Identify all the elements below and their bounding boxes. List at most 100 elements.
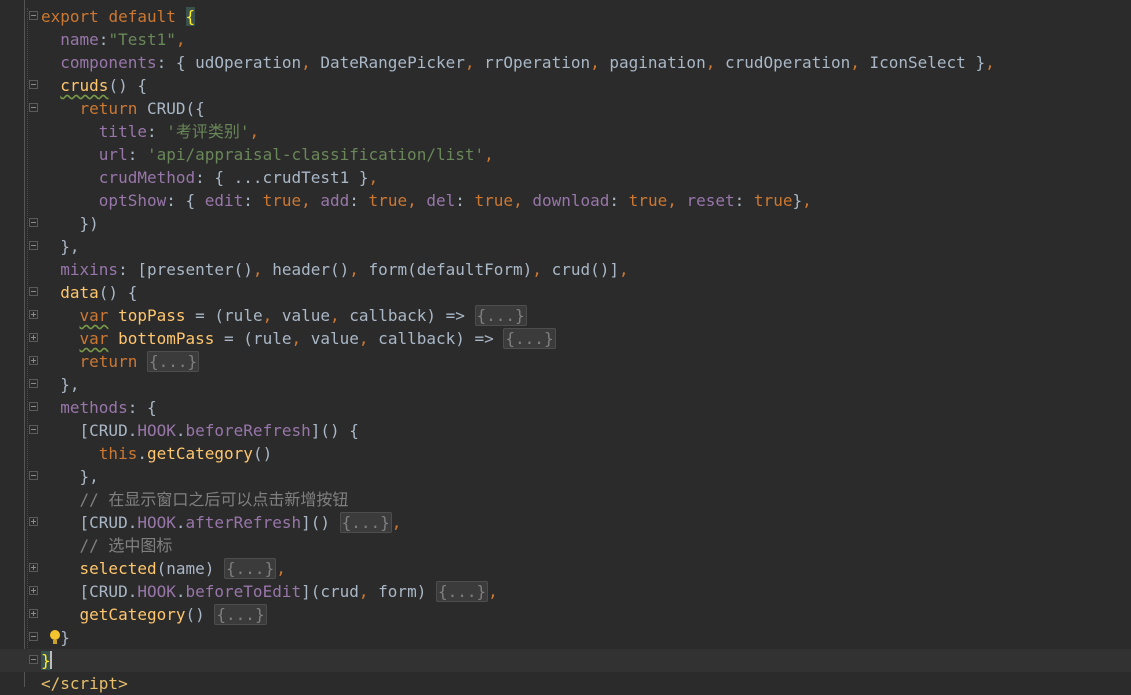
code-text[interactable]: // 在显示窗口之后可以点击新增按钮 [41, 488, 349, 511]
code-line[interactable]: [CRUD.HOOK.afterRefresh]() {...}, [0, 511, 1131, 534]
code-line[interactable]: methods: { [0, 396, 1131, 419]
code-line[interactable]: } [0, 649, 1131, 672]
fold-collapse-icon[interactable] [29, 471, 38, 480]
code-text[interactable]: [CRUD.HOOK.afterRefresh]() {...}, [41, 511, 401, 534]
code-token: }, [41, 237, 80, 256]
code-line[interactable]: return {...} [0, 350, 1131, 373]
code-token: : { ...crudTest1 } [195, 168, 369, 187]
code-text[interactable]: export default { [41, 5, 196, 28]
code-text[interactable]: selected(name) {...}, [41, 557, 286, 580]
code-text[interactable]: crudMethod: { ...crudTest1 }, [41, 166, 378, 189]
code-text[interactable]: methods: { [41, 396, 156, 419]
code-text[interactable]: var topPass = (rule, value, callback) =>… [41, 304, 527, 327]
code-line[interactable]: cruds() { [0, 74, 1131, 97]
code-text[interactable]: getCategory() {...} [41, 603, 267, 626]
fold-collapse-icon[interactable] [29, 80, 38, 89]
code-token: () { [108, 76, 147, 95]
code-text[interactable]: mixins: [presenter(), header(), form(def… [41, 258, 628, 281]
code-token: this [98, 444, 138, 463]
fold-expand-icon[interactable] [29, 563, 38, 572]
code-text[interactable]: name:"Test1", [41, 28, 185, 51]
code-text[interactable]: [CRUD.HOOK.beforeToEdit](crud, form) {..… [41, 580, 498, 603]
code-token: cruds [60, 76, 109, 95]
code-line[interactable]: </script> [0, 672, 1131, 695]
code-token: : { udOperation [156, 53, 302, 72]
code-text[interactable]: url: 'api/appraisal-classification/list'… [41, 143, 494, 166]
fold-expand-icon[interactable] [29, 310, 38, 319]
code-line[interactable]: data() { [0, 281, 1131, 304]
fold-expand-icon[interactable] [29, 356, 38, 365]
code-text[interactable]: title: '考评类别', [41, 120, 259, 143]
code-line[interactable]: [CRUD.HOOK.beforeToEdit](crud, form) {..… [0, 580, 1131, 603]
code-editor[interactable]: export default { name:"Test1", component… [0, 0, 1131, 693]
fold-expand-icon[interactable] [29, 609, 38, 618]
code-text[interactable]: return CRUD({ [41, 97, 205, 120]
code-token: HOOK [137, 513, 176, 532]
code-line[interactable]: getCategory() {...} [0, 603, 1131, 626]
code-text[interactable]: } [41, 649, 52, 672]
code-line[interactable]: components: { udOperation, DateRangePick… [0, 51, 1131, 74]
code-text[interactable]: this.getCategory() [41, 442, 272, 465]
code-text[interactable]: var bottomPass = (rule, value, callback)… [41, 327, 556, 350]
code-token: DateRangePicker [310, 53, 465, 72]
fold-collapse-icon[interactable] [29, 11, 38, 20]
code-text[interactable]: } [41, 626, 70, 649]
code-token: > [118, 674, 128, 693]
fold-expand-icon[interactable] [29, 333, 38, 342]
code-token: : [243, 191, 263, 210]
code-text[interactable]: </script> [41, 672, 128, 695]
code-line[interactable]: [CRUD.HOOK.beforeRefresh]() { [0, 419, 1131, 442]
code-line[interactable]: url: 'api/appraisal-classification/list'… [0, 143, 1131, 166]
code-line[interactable]: } [0, 626, 1131, 649]
code-text[interactable]: }, [41, 465, 99, 488]
code-line[interactable]: var bottomPass = (rule, value, callback)… [0, 327, 1131, 350]
code-line[interactable]: this.getCategory() [0, 442, 1131, 465]
code-token: true [474, 191, 514, 210]
code-line[interactable]: title: '考评类别', [0, 120, 1131, 143]
code-line[interactable]: }, [0, 373, 1131, 396]
fold-collapse-icon[interactable] [29, 103, 38, 112]
fold-collapse-icon[interactable] [29, 655, 38, 664]
fold-expand-icon[interactable] [29, 517, 38, 526]
fold-expand-icon[interactable] [29, 586, 38, 595]
code-line[interactable]: export default { [0, 5, 1131, 28]
fold-collapse-icon[interactable] [29, 241, 38, 250]
code-line[interactable]: optShow: { edit: true, add: true, del: t… [0, 189, 1131, 212]
code-token: IconSelect } [859, 53, 986, 72]
code-text[interactable]: return {...} [41, 350, 200, 373]
fold-collapse-icon[interactable] [29, 632, 38, 641]
code-text[interactable]: }) [41, 212, 99, 235]
code-line[interactable]: }) [0, 212, 1131, 235]
fold-collapse-icon[interactable] [29, 425, 38, 434]
code-line[interactable]: }, [0, 235, 1131, 258]
code-line[interactable]: crudMethod: { ...crudTest1 }, [0, 166, 1131, 189]
code-text[interactable]: [CRUD.HOOK.beforeRefresh]() { [41, 419, 359, 442]
code-text[interactable]: cruds() { [41, 74, 147, 97]
code-text[interactable]: data() { [41, 281, 137, 304]
code-text[interactable]: }, [41, 373, 79, 396]
code-text[interactable]: optShow: { edit: true, add: true, del: t… [41, 189, 812, 212]
fold-collapse-icon[interactable] [29, 379, 38, 388]
code-text[interactable]: }, [41, 235, 80, 258]
code-text[interactable]: // 选中图标 [41, 534, 173, 557]
code-token: name [60, 30, 99, 49]
code-line[interactable]: // 在显示窗口之后可以点击新增按钮 [0, 488, 1131, 511]
code-line[interactable]: var topPass = (rule, value, callback) =>… [0, 304, 1131, 327]
code-token: bottomPass [118, 329, 215, 348]
code-token: mixins [60, 260, 119, 279]
code-token: true [753, 191, 793, 210]
code-line[interactable]: name:"Test1", [0, 28, 1131, 51]
code-line[interactable]: return CRUD({ [0, 97, 1131, 120]
fold-collapse-icon[interactable] [29, 402, 38, 411]
code-text[interactable]: components: { udOperation, DateRangePick… [41, 51, 994, 74]
code-line[interactable]: }, [0, 465, 1131, 488]
fold-collapse-icon[interactable] [29, 287, 38, 296]
fold-collapse-icon[interactable] [29, 218, 38, 227]
code-line[interactable]: // 选中图标 [0, 534, 1131, 557]
code-line[interactable]: selected(name) {...}, [0, 557, 1131, 580]
code-line[interactable]: mixins: [presenter(), header(), form(def… [0, 258, 1131, 281]
